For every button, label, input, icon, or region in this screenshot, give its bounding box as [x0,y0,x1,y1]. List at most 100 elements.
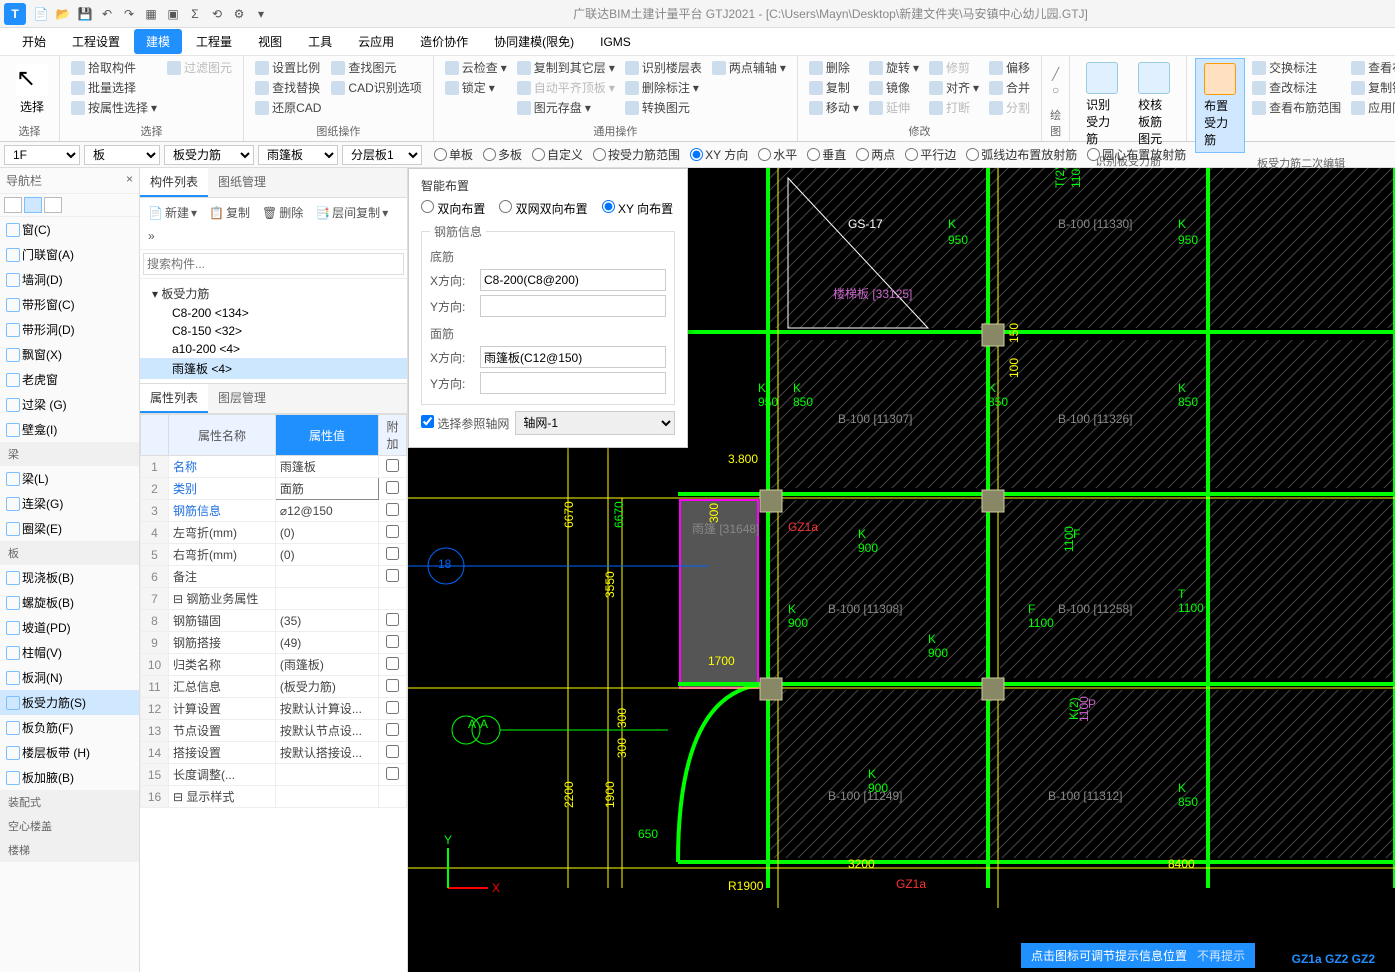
radio-10[interactable]: 圆心布置放射筋 [1087,146,1186,163]
two-point-axis[interactable]: 两点辅轴 ▾ [709,58,789,77]
radio-4[interactable]: XY 方向 [690,146,748,163]
menu-云应用[interactable]: 云应用 [346,29,406,54]
qat-icon[interactable]: ⚙ [230,5,248,23]
del-annot[interactable]: 删除标注 ▾ [622,78,705,97]
set-scale[interactable]: 设置比例 [252,58,324,77]
tree-node[interactable]: 雨篷板 <4> [140,358,407,379]
menu-工程量[interactable]: 工程量 [184,29,244,54]
tree-node[interactable]: a10-200 <4> [140,340,407,358]
new-button[interactable]: 📄 新建 ▾ [144,202,201,223]
copy[interactable]: 复制 [806,78,862,97]
radio-0[interactable]: 单板 [434,146,473,163]
tab-layer-mgr[interactable]: 图层管理 [208,384,276,413]
nav-item[interactable]: 老虎窗 [0,367,139,392]
check-rebar[interactable]: 校核板筋图元 [1130,58,1178,151]
qat-new-icon[interactable]: 📄 [32,5,50,23]
nav-item[interactable]: 窗(C) [0,217,139,242]
prop-row[interactable]: 13节点设置按默认节点设... [141,720,407,742]
prop-row[interactable]: 6备注 [141,566,407,588]
nav-item[interactable]: 板洞(N) [0,665,139,690]
convert-elem[interactable]: 转换图元 [622,98,705,117]
delete-button[interactable]: 🗑 删除 [258,202,307,223]
move[interactable]: 移动 ▾ [806,98,862,117]
lock[interactable]: 锁定 ▾ [442,78,510,97]
menu-工具[interactable]: 工具 [296,29,344,54]
elem-save[interactable]: 图元存盘 ▾ [514,98,618,117]
nav-item[interactable]: 柱帽(V) [0,640,139,665]
layout-rebar[interactable]: 布置受力筋 [1195,58,1245,153]
batch-select[interactable]: 批量选择 [68,78,160,97]
prop-row[interactable]: 9钢筋搭接(49) [141,632,407,654]
menu-开始[interactable]: 开始 [10,29,58,54]
recognize-rebar[interactable]: 识别受力筋 [1078,58,1126,151]
nav-item[interactable]: 楼层板带 (H) [0,740,139,765]
nav-item[interactable]: 门联窗(A) [0,242,139,267]
menu-IGMS[interactable]: IGMS [588,31,643,53]
nav-item[interactable]: 螺旋板(B) [0,590,139,615]
prop-row[interactable]: 12计算设置按默认计算设... [141,698,407,720]
rec-floor-table[interactable]: 识别楼层表 [622,58,705,77]
edit-annot[interactable]: 查改标注 [1249,78,1344,97]
cloud-check[interactable]: 云检查 ▾ [442,58,510,77]
bottom-y-input[interactable] [480,295,666,317]
offset[interactable]: 偏移 [986,58,1033,77]
nav-item[interactable]: 过梁 (G) [0,392,139,417]
category-select[interactable]: 板 [84,145,160,165]
pick-component[interactable]: 拾取构件 [68,58,160,77]
prop-row[interactable]: 5右弯折(mm)(0) [141,544,407,566]
bottom-x-input[interactable] [480,269,666,291]
extend[interactable]: 延伸 [866,98,922,117]
nav-item[interactable]: 梁(L) [0,466,139,491]
apply-same[interactable]: 应用同 [1348,98,1395,117]
radio-8[interactable]: 平行边 [905,146,956,163]
view-range[interactable]: 查看布筋范围 [1249,98,1344,117]
select-by-attr[interactable]: 按属性选择 ▾ [68,98,160,117]
close-icon[interactable]: × [126,172,133,189]
menu-视图[interactable]: 视图 [246,29,294,54]
prop-row[interactable]: 15长度调整(... [141,764,407,786]
prop-row[interactable]: 1名称雨篷板 [141,456,407,478]
prop-row[interactable]: 2类别面筋 [141,478,407,500]
radio-7[interactable]: 两点 [856,146,895,163]
prop-row[interactable]: 4左弯折(mm)(0) [141,522,407,544]
qat-undo-icon[interactable]: ↶ [98,5,116,23]
menu-协同建模(限免)[interactable]: 协同建模(限免) [482,29,586,54]
prop-row[interactable]: 10归类名称(雨篷板) [141,654,407,676]
nav-item[interactable]: 现浇板(B) [0,565,139,590]
filter-elem[interactable]: 过滤图元 [164,58,235,77]
align[interactable]: 对齐 ▾ [926,78,982,97]
nav-item[interactable]: 壁龛(I) [0,417,139,442]
view-list-icon[interactable] [4,197,22,213]
nav-item[interactable]: 板受力筋(S) [0,690,139,715]
radio-5[interactable]: 水平 [758,146,797,163]
radio-2[interactable]: 自定义 [532,146,583,163]
copy-to-floor[interactable]: 复制到其它层 ▾ [514,58,618,77]
qat-open-icon[interactable]: 📂 [54,5,72,23]
radio-6[interactable]: 垂直 [807,146,846,163]
tab-prop-list[interactable]: 属性列表 [140,384,208,413]
ref-axis-select[interactable]: 轴网-1 [515,411,675,435]
delete[interactable]: 删除 [806,58,862,77]
ref-axis-check[interactable] [421,415,434,428]
more-button[interactable]: » [144,227,159,245]
tab-comp-list[interactable]: 构件列表 [140,168,208,197]
floor-select[interactable]: 1F [4,145,80,165]
swap-annot[interactable]: 交换标注 [1249,58,1344,77]
copy-steel[interactable]: 复制钢 [1348,78,1395,97]
split[interactable]: 分割 [986,98,1033,117]
nav-item[interactable]: 坡道(PD) [0,615,139,640]
nav-item[interactable]: 带形窗(C) [0,292,139,317]
layer-select[interactable]: 分层板1 [342,145,422,165]
cad-options[interactable]: CAD识别选项 [328,78,424,97]
prop-row[interactable]: 11汇总信息(板受力筋) [141,676,407,698]
nav-item[interactable]: 墙洞(D) [0,267,139,292]
find-elem[interactable]: 查找图元 [328,58,424,77]
prop-row[interactable]: 7⊟ 钢筋业务属性 [141,588,407,610]
restore-cad[interactable]: 还原CAD [252,98,324,117]
qat-icon[interactable]: ▦ [142,5,160,23]
menu-建模[interactable]: 建模 [134,29,182,54]
qat-icon[interactable]: ⟲ [208,5,226,23]
tab-drawing-mgr[interactable]: 图纸管理 [208,168,276,197]
nav-item[interactable]: 连梁(G) [0,491,139,516]
view-tree-icon[interactable] [24,197,42,213]
